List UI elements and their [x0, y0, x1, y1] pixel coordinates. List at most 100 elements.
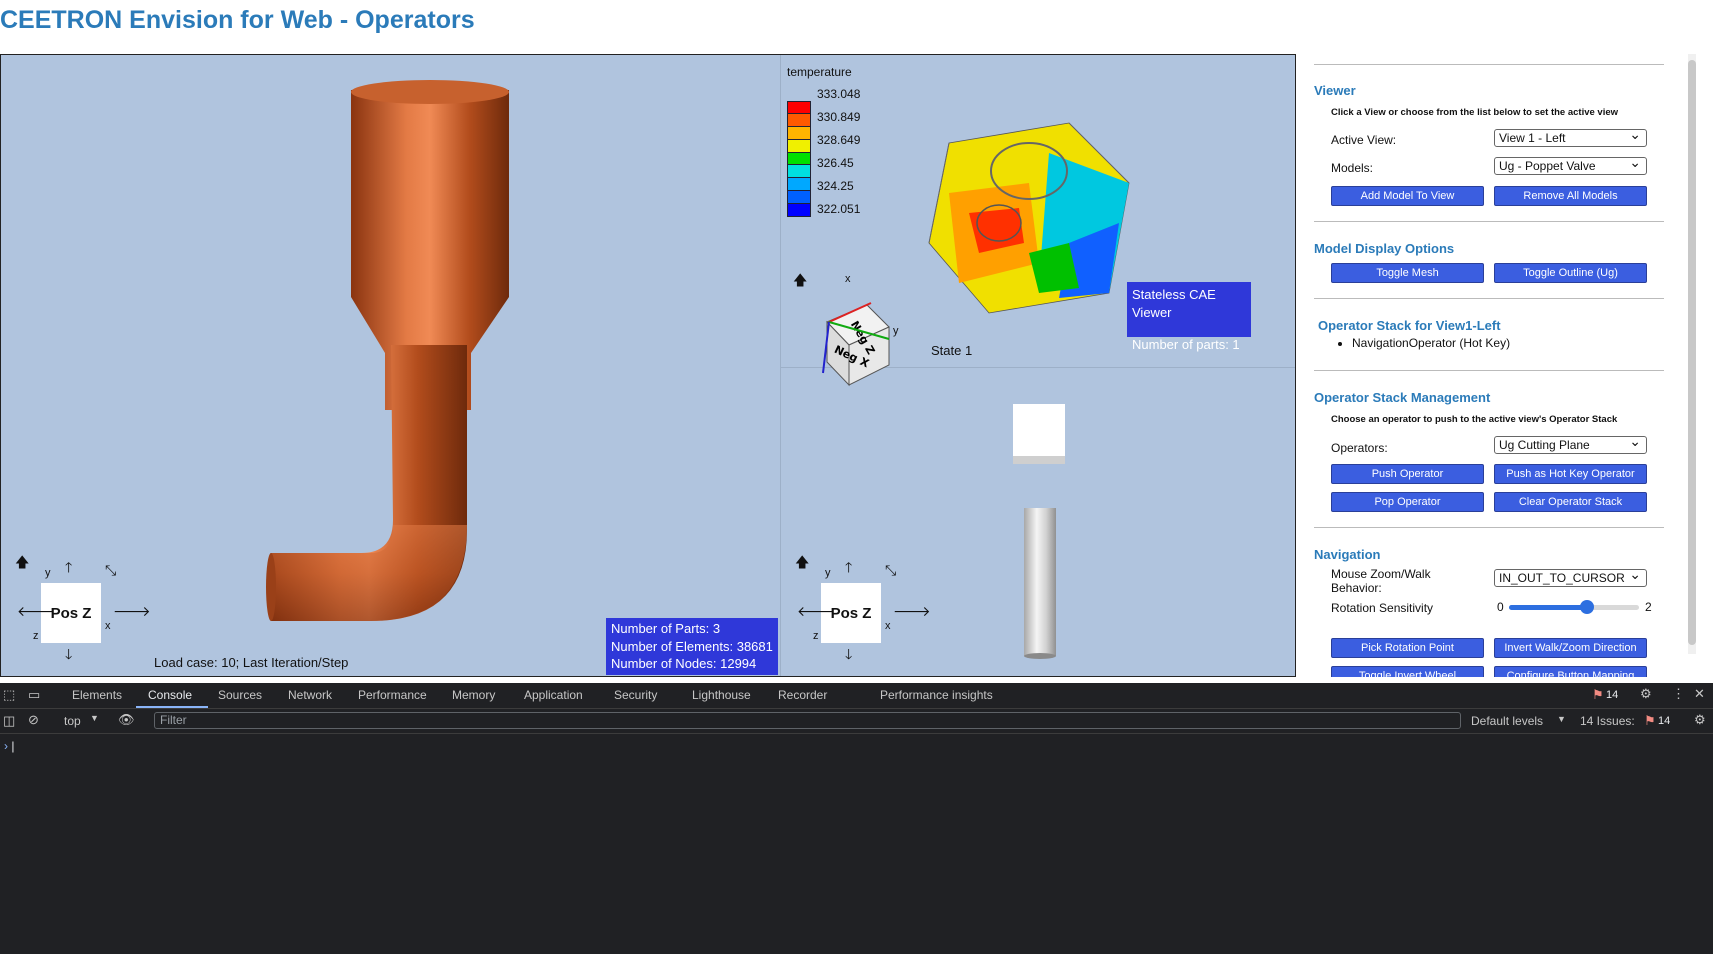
invert-walk-button[interactable]: Invert Walk/Zoom Direction — [1494, 638, 1647, 658]
zoom-behavior-select[interactable]: IN_OUT_TO_CURSOR — [1494, 566, 1647, 587]
arrow-down-icon[interactable]: 🡓 — [845, 647, 852, 661]
tab-sources[interactable]: Sources — [218, 688, 262, 702]
stateless-info-box: Stateless CAE Viewer Number of parts: 1 — [1127, 282, 1251, 352]
arrow-left-icon[interactable]: 🡐 — [17, 604, 55, 618]
close-icon[interactable]: ✕ — [1694, 686, 1705, 702]
tab-network[interactable]: Network — [288, 688, 332, 702]
management-note: Choose an operator to push to the active… — [1331, 414, 1618, 425]
arrow-down-icon[interactable]: 🡓 — [65, 647, 72, 661]
remove-models-button[interactable]: Remove All Models — [1494, 186, 1647, 206]
rotate-up-icon[interactable]: 🡅 — [15, 555, 29, 569]
issues-flag-icon[interactable]: ⚑ — [1644, 713, 1656, 729]
tab-application[interactable]: Application — [524, 688, 583, 702]
active-view-label: Active View: — [1331, 133, 1397, 147]
state-label: State 1 — [931, 343, 973, 358]
color-legend — [787, 101, 811, 217]
rotate-up-icon[interactable]: 🡅 — [793, 273, 807, 287]
arrow-left-icon[interactable]: 🡐 — [797, 604, 835, 618]
legend-swatch — [787, 113, 811, 127]
model-info-box: Number of Parts: 3 Number of Elements: 3… — [606, 618, 778, 675]
console-toolbar: ◫ ⊘ top ▼ 👁 Filter Default levels ▼ 14 I… — [0, 709, 1713, 734]
issues-badge[interactable]: 14 — [1658, 715, 1670, 727]
sidebar-toggle-icon[interactable]: ◫ — [3, 713, 15, 729]
zoom-behavior-label: Mouse Zoom/Walk Behavior: — [1331, 567, 1431, 595]
push-hot-key-button[interactable]: Push as Hot Key Operator — [1494, 464, 1647, 484]
divider — [1314, 221, 1664, 222]
push-operator-button[interactable]: Push Operator — [1331, 464, 1484, 484]
viewer-note: Click a View or choose from the list bel… — [1331, 107, 1619, 118]
arrow-up-icon[interactable]: 🡑 — [845, 560, 852, 574]
legend-swatch — [787, 152, 811, 166]
pick-rotation-button[interactable]: Pick Rotation Point — [1331, 638, 1484, 658]
chevron-down-icon[interactable]: ▼ — [1557, 714, 1566, 724]
tab-security[interactable]: Security — [614, 688, 657, 702]
models-select[interactable]: Ug - Poppet Valve — [1494, 154, 1647, 175]
viewer-heading: Viewer — [1314, 83, 1356, 98]
pop-operator-button[interactable]: Pop Operator — [1331, 492, 1484, 512]
devtools-panel: ⬚ ▭ Elements Console Sources Network Perform… — [0, 683, 1713, 954]
context-selector[interactable]: top — [64, 714, 81, 728]
toggle-invert-wheel-button[interactable]: Toggle Invert Wheel — [1331, 666, 1484, 677]
view-top-right[interactable]: temperature 333.048 330.849 328.649 326.45 3… — [780, 55, 1295, 387]
inspect-icon[interactable]: ⬚ — [3, 687, 15, 703]
arrow-right-icon[interactable]: 🡒 — [893, 604, 931, 618]
expand-icon[interactable]: ⤡ — [885, 563, 896, 577]
legend-swatch — [787, 204, 811, 217]
info-parts: Number of Parts: 3 — [611, 621, 721, 636]
pipe-model[interactable] — [1, 55, 779, 676]
tab-lighthouse[interactable]: Lighthouse — [692, 688, 751, 702]
log-levels-dropdown[interactable]: Default levels — [1471, 714, 1543, 728]
configure-mapping-button[interactable]: Configure Button Mapping — [1494, 666, 1647, 677]
operator-stack-list: NavigationOperator (Hot Key) — [1338, 336, 1510, 350]
view-left[interactable]: Pos Z 🡅 🡑 ⤡ 🡐 🡒 🡓 y x z Load case: 10; L… — [1, 55, 779, 676]
add-model-button[interactable]: Add Model To View — [1331, 186, 1484, 206]
legend-value: 333.048 — [817, 87, 861, 101]
poppet-valve-model[interactable] — [919, 113, 1149, 323]
tab-console[interactable]: Console — [148, 688, 192, 702]
tab-performance-insights[interactable]: Performance insights — [880, 688, 993, 702]
tab-performance[interactable]: Performance — [358, 688, 427, 702]
tab-elements[interactable]: Elements — [72, 688, 122, 702]
clear-console-icon[interactable]: ⊘ — [28, 712, 39, 728]
tab-memory[interactable]: Memory — [452, 688, 495, 702]
slider-max-label: 2 — [1645, 600, 1652, 614]
issues-flag-icon[interactable]: ⚑ — [1592, 687, 1604, 703]
devtools-tab-bar: ⬚ ▭ Elements Console Sources Network Perform… — [0, 683, 1713, 709]
legend-swatch — [787, 126, 811, 140]
toggle-mesh-button[interactable]: Toggle Mesh — [1331, 263, 1484, 283]
issues-label[interactable]: 14 Issues: — [1580, 714, 1635, 728]
view-bottom-right[interactable]: Pos Z 🡅 🡑 ⤡ 🡐 🡒 🡓 y x z — [780, 368, 1295, 676]
more-options-icon[interactable]: ⋮ — [1672, 686, 1685, 702]
operators-label: Operators: — [1331, 441, 1388, 455]
divider — [1314, 64, 1664, 65]
active-view-select[interactable]: View 1 - Left — [1494, 126, 1647, 147]
chevron-down-icon[interactable]: ▼ — [90, 713, 99, 723]
issues-count[interactable]: 14 — [1606, 689, 1618, 701]
info-nodes: Number of Nodes: 12994 — [611, 656, 757, 671]
viewer-canvas[interactable]: Pos Z 🡅 🡑 ⤡ 🡐 🡒 🡓 y x z Load case: 10; L… — [0, 54, 1296, 677]
console-prompt[interactable]: › | — [4, 739, 14, 753]
legend-title: temperature — [787, 65, 852, 79]
info-parts-count: Number of parts: 1 — [1132, 337, 1240, 352]
eye-icon[interactable]: 👁 — [118, 712, 135, 728]
arrow-right-icon[interactable]: 🡒 — [113, 604, 151, 618]
tab-recorder[interactable]: Recorder — [778, 688, 827, 702]
axis-x-label: x — [885, 620, 891, 632]
operators-select[interactable]: Ug Cutting Plane — [1494, 433, 1647, 454]
axis-x-label: x — [105, 620, 111, 632]
rotate-up-icon[interactable]: 🡅 — [795, 555, 809, 569]
toggle-outline-button[interactable]: Toggle Outline (Ug) — [1494, 263, 1647, 283]
legend-swatch — [787, 139, 811, 153]
gear-icon[interactable]: ⚙ — [1694, 712, 1706, 728]
page-scrollbar-thumb[interactable] — [1688, 60, 1696, 645]
list-item: NavigationOperator (Hot Key) — [1352, 336, 1510, 350]
rotation-slider-thumb[interactable] — [1580, 600, 1594, 614]
expand-icon[interactable]: ⤡ — [105, 563, 116, 577]
legend-value: 328.649 — [817, 133, 861, 147]
page-title: CEETRON Envision for Web - Operators — [0, 6, 475, 34]
gear-icon[interactable]: ⚙ — [1640, 686, 1652, 702]
device-toolbar-icon[interactable]: ▭ — [28, 687, 40, 703]
clear-stack-button[interactable]: Clear Operator Stack — [1494, 492, 1647, 512]
console-filter-input[interactable]: Filter — [154, 712, 1461, 729]
arrow-up-icon[interactable]: 🡑 — [65, 560, 72, 574]
